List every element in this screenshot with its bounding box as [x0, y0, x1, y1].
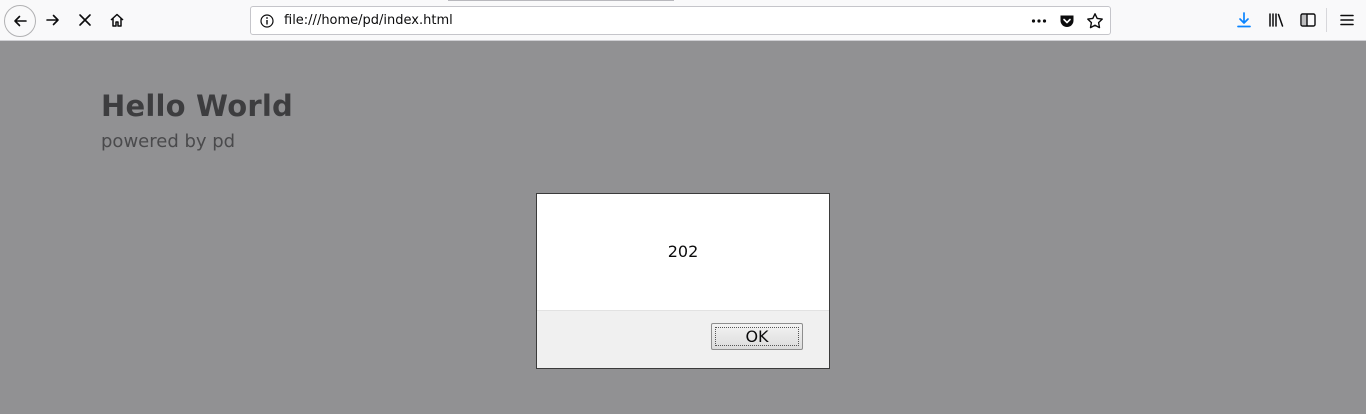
page-title: Hello World [101, 89, 293, 123]
sidebar-icon[interactable] [1297, 9, 1319, 31]
download-icon[interactable] [1233, 9, 1255, 31]
close-icon [77, 12, 93, 28]
home-button[interactable] [102, 5, 132, 35]
dialog-message: 202 [667, 242, 699, 261]
alert-dialog: 202 OK [536, 193, 830, 369]
toolbar-separator [1326, 8, 1327, 32]
page-subtitle: powered by pd [101, 131, 236, 152]
url-bar[interactable]: file:///home/pd/index.html [250, 6, 1111, 35]
star-icon[interactable] [1085, 11, 1105, 31]
library-icon[interactable] [1265, 9, 1287, 31]
forward-button[interactable] [38, 5, 68, 35]
arrow-left-icon [12, 13, 28, 29]
tab-strip-indicator [448, 0, 674, 1]
home-icon [109, 12, 125, 28]
arrow-right-icon [45, 12, 61, 28]
hamburger-menu-icon[interactable] [1336, 9, 1358, 31]
ellipsis-icon[interactable] [1029, 11, 1049, 31]
back-button[interactable] [4, 5, 36, 37]
url-text[interactable]: file:///home/pd/index.html [284, 13, 453, 29]
dialog-body: 202 [537, 194, 829, 311]
info-icon[interactable] [259, 13, 275, 29]
browser-toolbar: file:///home/pd/index.html [0, 0, 1366, 41]
ok-button[interactable]: OK [711, 323, 803, 350]
stop-button[interactable] [70, 5, 100, 35]
pocket-icon[interactable] [1057, 11, 1077, 31]
